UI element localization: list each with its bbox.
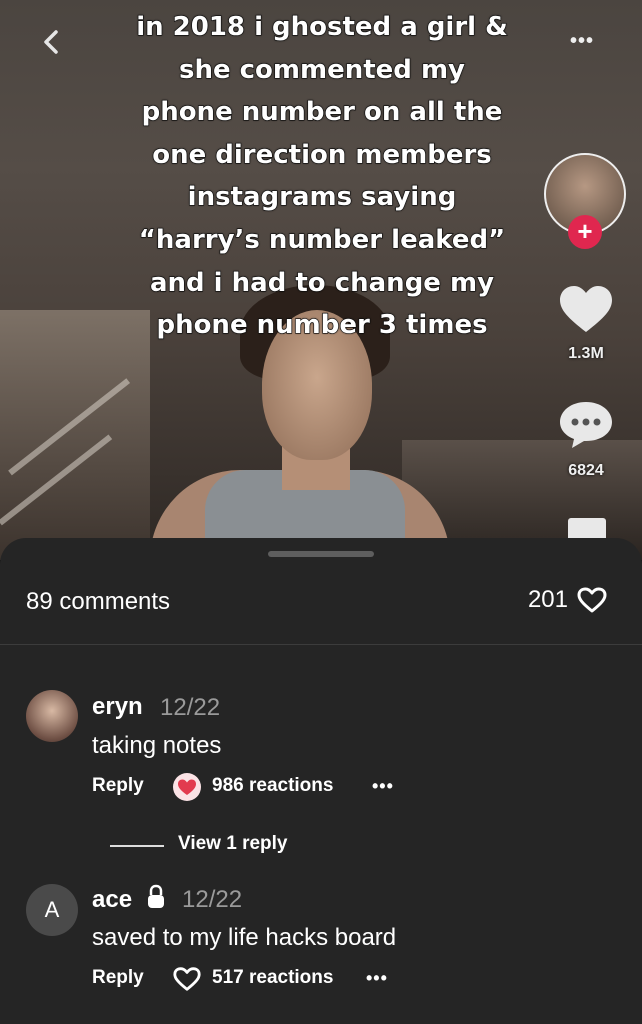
- video-caption: in 2018 i ghosted a girl & she commented…: [136, 11, 509, 341]
- comment-bubble-icon[interactable]: [558, 400, 614, 450]
- reactions-count[interactable]: 517 reactions: [212, 967, 333, 989]
- comment-author[interactable]: ace: [92, 886, 132, 914]
- follow-button[interactable]: +: [568, 215, 602, 249]
- avatar[interactable]: A: [26, 884, 78, 936]
- heart-outline-icon[interactable]: [172, 965, 202, 993]
- more-options-icon[interactable]: •••: [570, 30, 594, 53]
- comments-sheet: 89 comments 201 eryn 12/22 taking notes …: [0, 538, 642, 1024]
- sheet-drag-handle[interactable]: [268, 551, 374, 557]
- like-count: 1.3M: [568, 345, 604, 362]
- staircase-background: [0, 310, 150, 560]
- comment-author[interactable]: eryn: [92, 693, 143, 721]
- back-chevron-icon[interactable]: [38, 28, 66, 56]
- comment-date: 12/22: [160, 694, 221, 721]
- reactions-count[interactable]: 986 reactions: [212, 775, 333, 797]
- comment-text: saved to my life hacks board: [92, 924, 397, 951]
- more-options-icon[interactable]: •••: [372, 776, 394, 797]
- comments-count: 89 comments: [26, 588, 171, 615]
- view-replies-button[interactable]: View 1 reply: [178, 833, 288, 855]
- reply-button[interactable]: Reply: [92, 967, 144, 989]
- header-divider: [0, 644, 642, 645]
- heart-outline-icon[interactable]: [576, 586, 608, 614]
- comment-date: 12/22: [182, 886, 243, 913]
- likes-count: 201: [527, 586, 568, 613]
- video-player[interactable]: in 2018 i ghosted a girl & she commented…: [0, 0, 642, 560]
- comment-count: 6824: [568, 462, 604, 479]
- reply-button[interactable]: Reply: [92, 775, 144, 797]
- comment-text: taking notes: [92, 732, 222, 759]
- avatar[interactable]: [26, 690, 78, 742]
- lock-icon: [148, 884, 164, 908]
- replies-divider-line: [110, 845, 164, 847]
- heart-icon[interactable]: [558, 284, 614, 336]
- heart-reaction-icon[interactable]: [172, 772, 202, 802]
- more-options-icon[interactable]: •••: [366, 968, 388, 989]
- sheet-likes[interactable]: 201: [528, 586, 608, 614]
